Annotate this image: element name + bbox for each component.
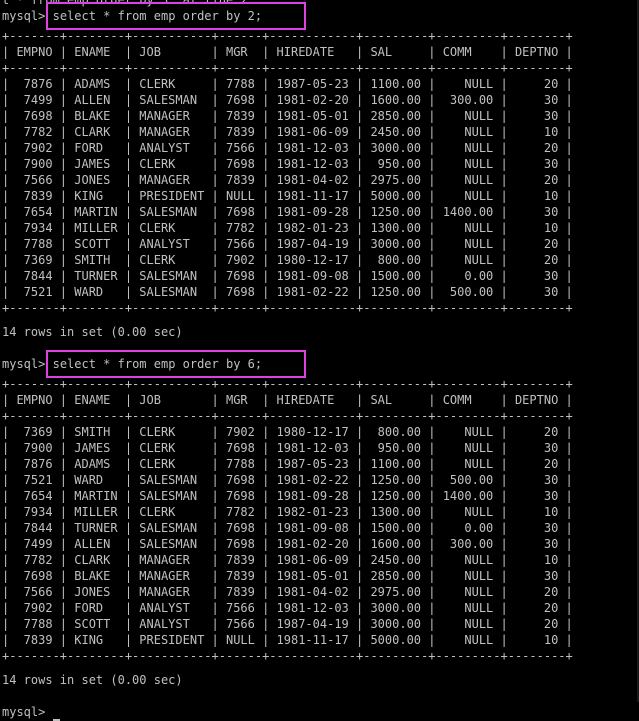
table-row: | 7566 | JONES | MANAGER | 7839 | 1981-0…	[2, 173, 573, 187]
active-prompt-line[interactable]: mysql>	[2, 704, 60, 721]
command-highlight-box	[46, 350, 306, 378]
table-row: | 7876 | ADAMS | CLERK | 7788 | 1987-05-…	[2, 77, 573, 91]
table-row: | 7369 | SMITH | CLERK | 7902 | 1980-12-…	[2, 425, 573, 439]
table-border: +-------+--------+-----------+------+---…	[2, 61, 573, 75]
table-row: | 7499 | ALLEN | SALESMAN | 7698 | 1981-…	[2, 93, 573, 107]
command-highlight-box	[46, 2, 306, 30]
table-row: | 7844 | TURNER | SALESMAN | 7698 | 1981…	[2, 521, 573, 535]
table-row: | 7499 | ALLEN | SALESMAN | 7698 | 1981-…	[2, 537, 573, 551]
table-row: | 7844 | TURNER | SALESMAN | 7698 | 1981…	[2, 269, 573, 283]
table-row: | 7521 | WARD | SALESMAN | 7698 | 1981-0…	[2, 473, 573, 487]
table-row: | 7934 | MILLER | CLERK | 7782 | 1982-01…	[2, 505, 573, 519]
result-summary: 14 rows in set (0.00 sec)	[2, 325, 183, 339]
table-row: | 7902 | FORD | ANALYST | 7566 | 1981-12…	[2, 601, 573, 615]
table-border: +-------+--------+-----------+------+---…	[2, 29, 573, 43]
mysql-prompt: mysql>	[2, 9, 46, 23]
table-border: +-------+--------+-----------+------+---…	[2, 649, 573, 663]
table-border: +-------+--------+-----------+------+---…	[2, 301, 573, 315]
table-row: | 7698 | BLAKE | MANAGER | 7839 | 1981-0…	[2, 109, 573, 123]
table-row: | 7566 | JONES | MANAGER | 7839 | 1981-0…	[2, 585, 573, 599]
table-header: | EMPNO | ENAME | JOB | MGR | HIREDATE |…	[2, 393, 573, 407]
table-row: | 7876 | ADAMS | CLERK | 7788 | 1987-05-…	[2, 457, 573, 471]
table-row: | 7902 | FORD | ANALYST | 7566 | 1981-12…	[2, 141, 573, 155]
table-row: | 7782 | CLARK | MANAGER | 7839 | 1981-0…	[2, 125, 573, 139]
mysql-prompt: mysql>	[2, 705, 46, 719]
table-row: | 7654 | MARTIN | SALESMAN | 7698 | 1981…	[2, 489, 573, 503]
table-border: +-------+--------+-----------+------+---…	[2, 409, 573, 423]
mysql-prompt: mysql>	[2, 357, 46, 371]
table-row: | 7839 | KING | PRESIDENT | NULL | 1981-…	[2, 189, 573, 203]
terminal-window[interactable]: { "terminal": { "top_partial": "t * from…	[0, 0, 639, 721]
table-row: | 7839 | KING | PRESIDENT | NULL | 1981-…	[2, 633, 573, 647]
table-border: +-------+--------+-----------+------+---…	[2, 377, 573, 391]
table-row: | 7698 | BLAKE | MANAGER | 7839 | 1981-0…	[2, 569, 573, 583]
table-row: | 7900 | JAMES | CLERK | 7698 | 1981-12-…	[2, 157, 573, 171]
table-header: | EMPNO | ENAME | JOB | MGR | HIREDATE |…	[2, 45, 573, 59]
table-row: | 7654 | MARTIN | SALESMAN | 7698 | 1981…	[2, 205, 573, 219]
result-summary: 14 rows in set (0.00 sec)	[2, 673, 183, 687]
table-row: | 7934 | MILLER | CLERK | 7782 | 1982-01…	[2, 221, 573, 235]
table-row: | 7521 | WARD | SALESMAN | 7698 | 1981-0…	[2, 285, 573, 299]
table-row: | 7369 | SMITH | CLERK | 7902 | 1980-12-…	[2, 253, 573, 267]
table-row: | 7788 | SCOTT | ANALYST | 7566 | 1987-0…	[2, 617, 573, 631]
table-row: | 7782 | CLARK | MANAGER | 7839 | 1981-0…	[2, 553, 573, 567]
table-row: | 7788 | SCOTT | ANALYST | 7566 | 1987-0…	[2, 237, 573, 251]
table-row: | 7900 | JAMES | CLERK | 7698 | 1981-12-…	[2, 441, 573, 455]
